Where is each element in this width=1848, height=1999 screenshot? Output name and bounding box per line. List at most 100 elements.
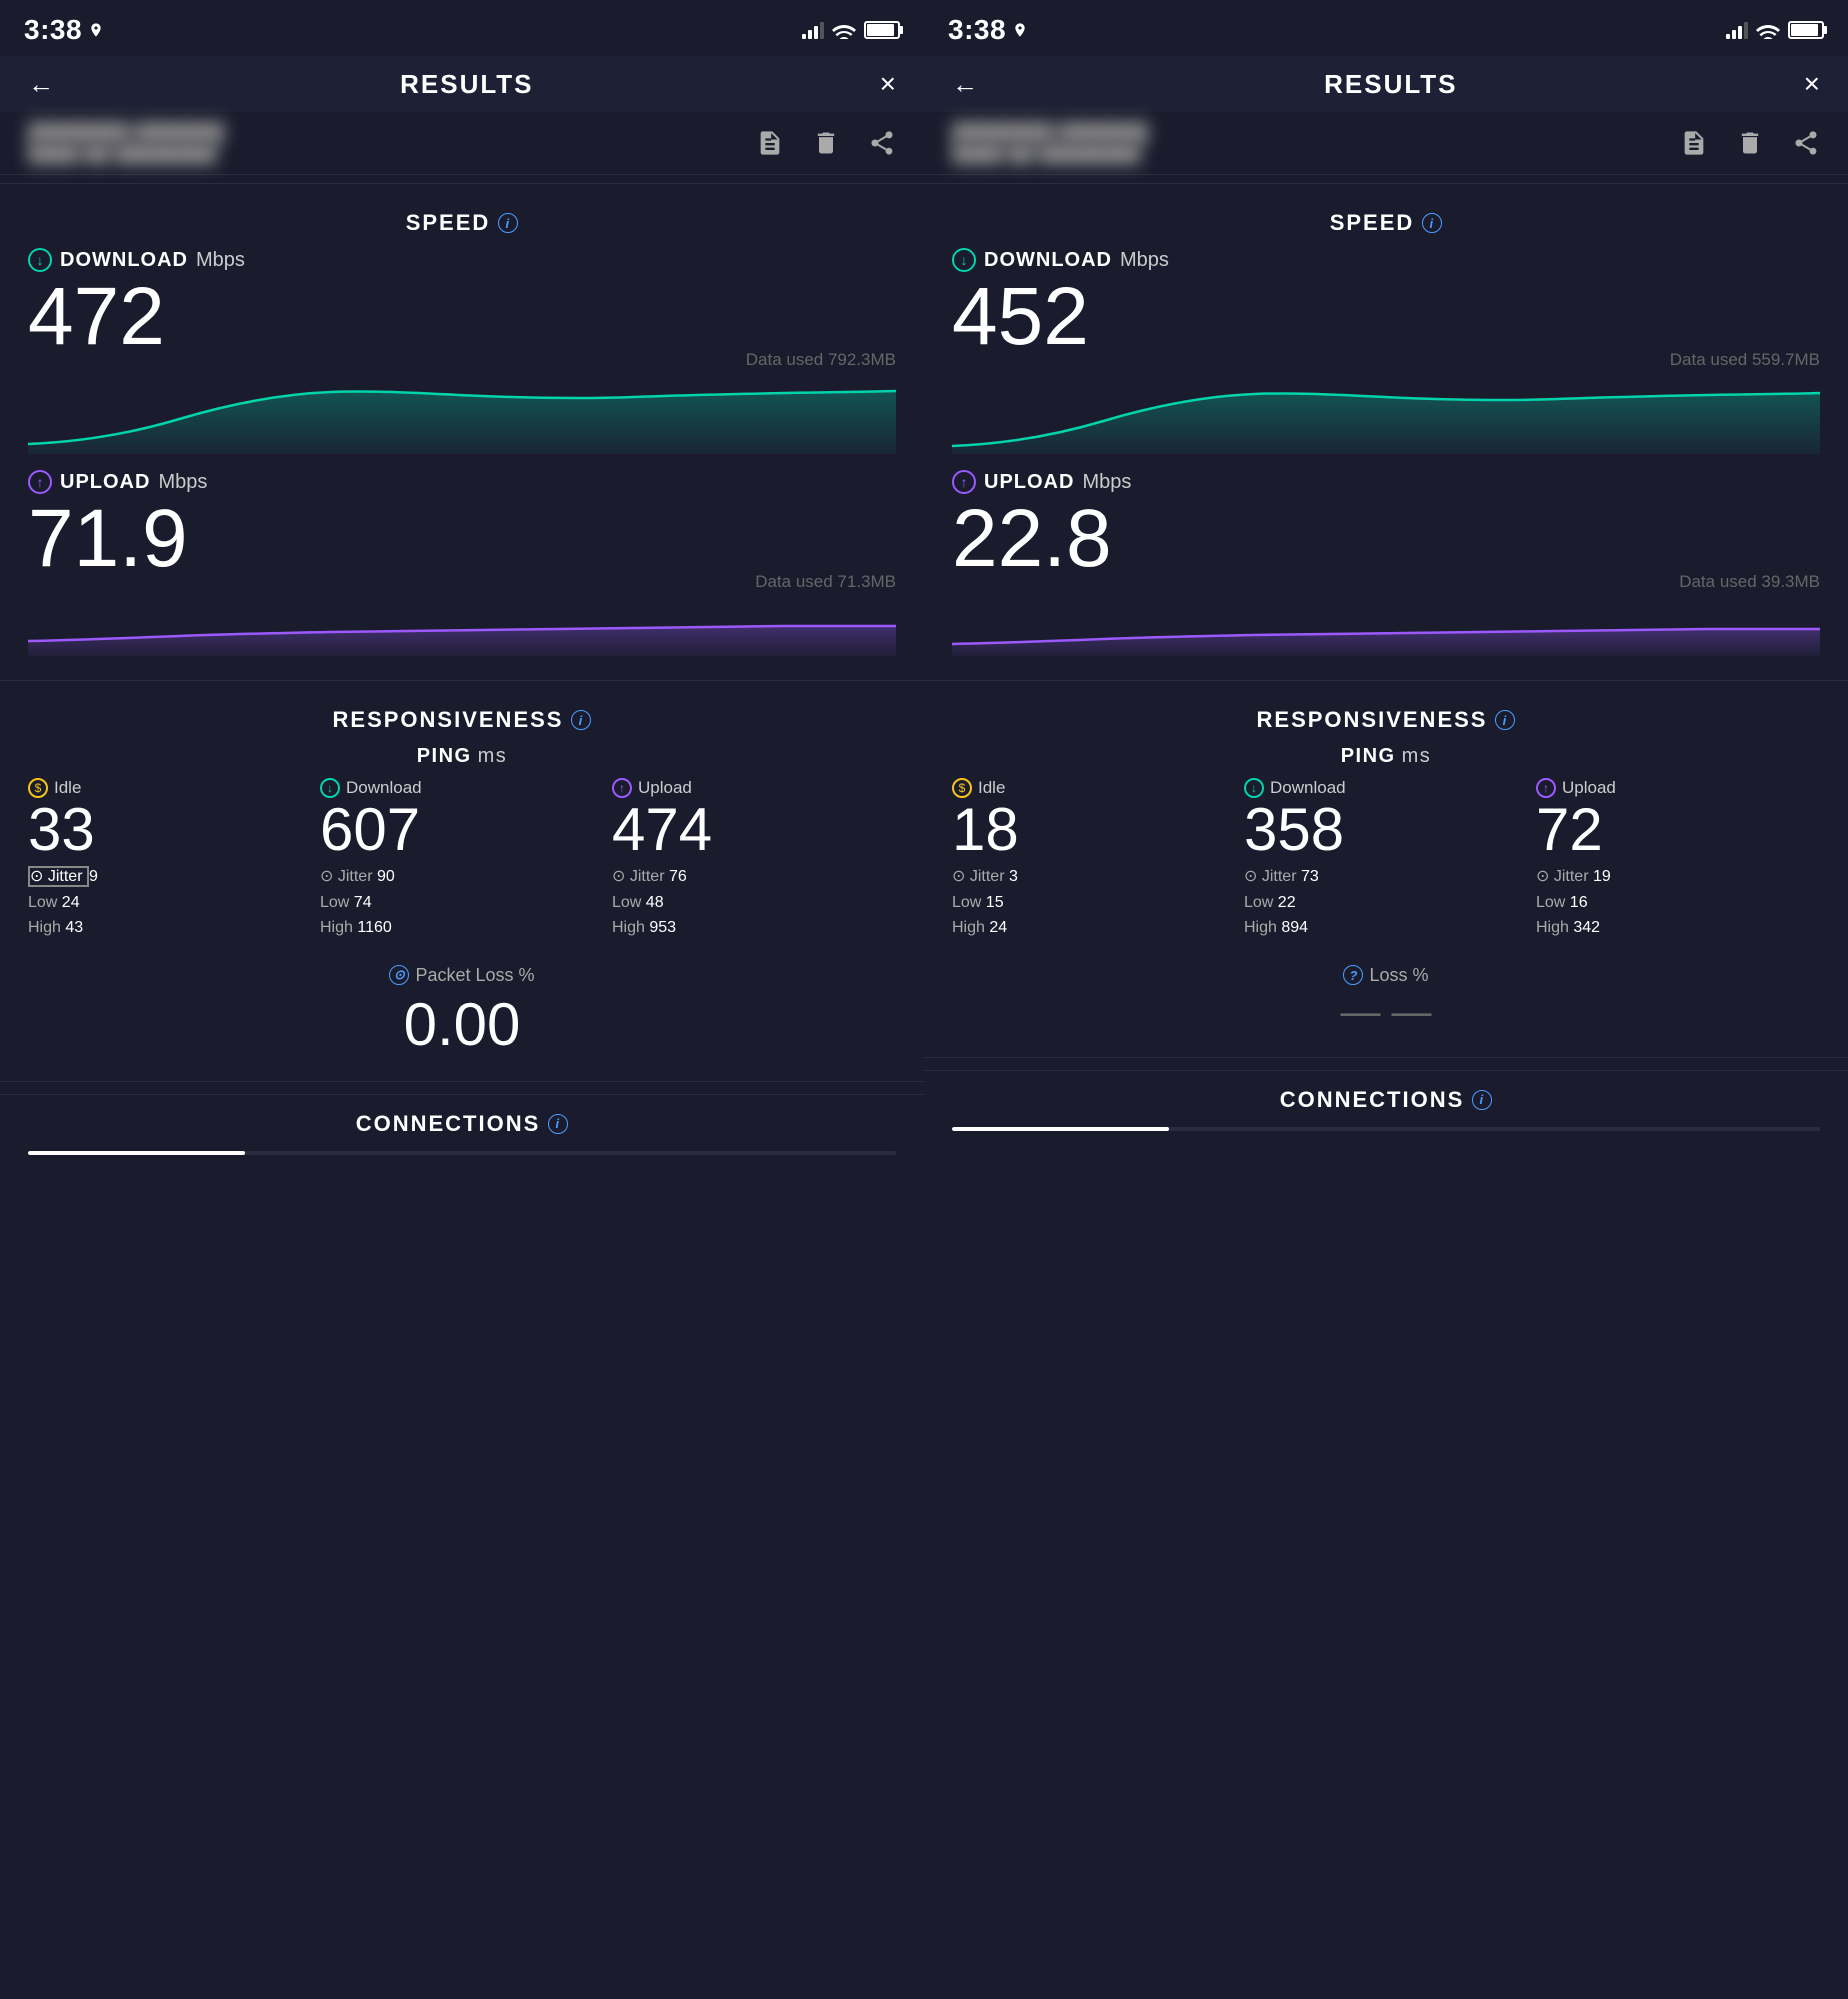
upload-chart-left [28, 596, 896, 656]
loss-label-right: ? Loss % [952, 965, 1820, 986]
notes-icon-right[interactable] [1680, 129, 1708, 157]
progress-fill-right [952, 1127, 1169, 1131]
upload-type-icon-right: ↑ [952, 470, 976, 494]
progress-bar-container-left [0, 1151, 924, 1171]
speed-info-icon-left[interactable]: i [498, 213, 518, 233]
ul-ping-icon-right: ↑ [1536, 778, 1556, 798]
connections-info-icon-left[interactable]: i [548, 1114, 568, 1134]
loss-info-icon-right[interactable]: ? [1343, 965, 1363, 985]
divider-connections-left [0, 1081, 924, 1082]
connections-info-icon-right[interactable]: i [1472, 1090, 1492, 1110]
idle-label-left: Idle [54, 778, 81, 798]
ul-ping-sub-left: ⊙ Jitter 76 Low 48 High 953 [612, 864, 896, 941]
ul-ping-label-left: Upload [638, 778, 692, 798]
back-button-left[interactable]: ← [28, 69, 54, 100]
upload-label-row-right: ↑ UPLOAD Mbps [952, 470, 1820, 494]
header-title-left: RESULTS [400, 69, 533, 100]
dl-ping-label-right: Download [1270, 778, 1346, 798]
ping-section-right: PING ms $ Idle 18 ⊙ Jitter 3 Low 15 High… [924, 745, 1848, 955]
ul-ping-value-left: 474 [612, 800, 896, 860]
connections-title-left: CONNECTIONS i [28, 1111, 896, 1137]
packet-loss-value-left: 0.00 [28, 990, 896, 1059]
upload-unit-right: Mbps [1082, 471, 1131, 494]
status-time-left: 3:38 [24, 14, 82, 46]
resp-section-left: RESPONSIVENESS i [0, 689, 924, 745]
upload-block-left: ↑ UPLOAD Mbps 71.9 Data used 71.3MB [0, 470, 924, 668]
share-icon-left[interactable] [868, 129, 896, 157]
download-type-icon-right: ↓ [952, 248, 976, 272]
upload-value-left: 71.9 [28, 498, 896, 580]
resp-info-icon-right[interactable]: i [1495, 710, 1515, 730]
download-chart-left [28, 374, 896, 454]
download-unit-right: Mbps [1120, 249, 1169, 272]
battery-fill-left [867, 24, 894, 36]
header-title-right: RESULTS [1324, 69, 1457, 100]
loss-section-right: ? Loss % — — [924, 955, 1848, 1049]
connections-section-right: CONNECTIONS i [924, 1070, 1848, 1127]
signal-bar-1 [802, 34, 806, 39]
toolbar-meta-left: ████████ ███████ ████ ██ ████████ [28, 122, 728, 164]
location-icon-right [1012, 22, 1028, 38]
download-type-icon-left: ↓ [28, 248, 52, 272]
loss-value-right: — — [952, 990, 1820, 1035]
location-icon-left [88, 22, 104, 38]
ping-grid-right: $ Idle 18 ⊙ Jitter 3 Low 15 High 24 ↓ Do… [952, 778, 1820, 941]
speed-info-icon-right[interactable]: i [1422, 213, 1442, 233]
ul-ping-value-right: 72 [1536, 800, 1820, 860]
packet-loss-section-left: ⊙ Packet Loss % 0.00 [0, 955, 924, 1073]
dl-ping-sub-left: ⊙ Jitter 90 Low 74 High 1160 [320, 864, 604, 941]
idle-ping-icon-right: $ [952, 778, 972, 798]
battery-fill-right [1791, 24, 1818, 36]
idle-sub-right: ⊙ Jitter 3 Low 15 High 24 [952, 864, 1236, 941]
toolbar-meta-right: ████████ ███████ ████ ██ ████████ [952, 122, 1652, 164]
left-panel: 3:38 ← RESULTS × ██████ [0, 0, 924, 1999]
speed-section-right: SPEED i [924, 192, 1848, 248]
progress-fill-left [28, 1151, 245, 1155]
packet-info-icon-left[interactable]: ⊙ [389, 965, 409, 985]
signal-bar-r3 [1738, 26, 1742, 39]
signal-bar-4 [820, 22, 824, 39]
dl-ping-sub-right: ⊙ Jitter 73 Low 22 High 894 [1244, 864, 1528, 941]
back-button-right[interactable]: ← [952, 69, 978, 100]
delete-icon-right[interactable] [1736, 129, 1764, 157]
resp-info-icon-left[interactable]: i [571, 710, 591, 730]
signal-icon-right [1726, 21, 1748, 39]
header-left: ← RESULTS × [0, 56, 924, 112]
ping-download-right: ↓ Download 358 ⊙ Jitter 73 Low 22 High 8… [1244, 778, 1528, 941]
connections-section-left: CONNECTIONS i [0, 1094, 924, 1151]
notes-icon-left[interactable] [756, 129, 784, 157]
meta-line2-right: ████ ██ ████████ [952, 143, 1652, 164]
status-bar-left: 3:38 [0, 0, 924, 56]
upload-chart-svg-left [28, 596, 896, 656]
delete-icon-left[interactable] [812, 129, 840, 157]
ul-ping-label-right: Upload [1562, 778, 1616, 798]
upload-type-icon-left: ↑ [28, 470, 52, 494]
signal-bar-2 [808, 30, 812, 39]
ul-ping-sub-right: ⊙ Jitter 19 Low 16 High 342 [1536, 864, 1820, 941]
idle-ping-icon-left: $ [28, 778, 48, 798]
upload-chart-right [952, 596, 1820, 656]
resp-section-right: RESPONSIVENESS i [924, 689, 1848, 745]
dl-ping-icon-right: ↓ [1244, 778, 1264, 798]
download-value-right: 452 [952, 276, 1820, 358]
dl-ping-label-left: Download [346, 778, 422, 798]
status-bar-right: 3:38 [924, 0, 1848, 56]
ping-upload-right: ↑ Upload 72 ⊙ Jitter 19 Low 16 High 342 [1536, 778, 1820, 941]
upload-label-row-left: ↑ UPLOAD Mbps [28, 470, 896, 494]
upload-label-right: UPLOAD [984, 471, 1074, 494]
divider-connections-right [924, 1057, 1848, 1058]
ping-download-left: ↓ Download 607 ⊙ Jitter 90 Low 74 High 1… [320, 778, 604, 941]
close-button-right[interactable]: × [1804, 68, 1820, 100]
progress-bar-right [952, 1127, 1820, 1131]
dl-ping-icon-left: ↓ [320, 778, 340, 798]
toolbar-left: ████████ ███████ ████ ██ ████████ [0, 112, 924, 175]
wifi-icon-left [832, 21, 856, 39]
share-icon-right[interactable] [1792, 129, 1820, 157]
status-time-right: 3:38 [948, 14, 1006, 46]
download-label-left: DOWNLOAD [60, 249, 188, 272]
download-value-left: 472 [28, 276, 896, 358]
close-button-left[interactable]: × [880, 68, 896, 100]
ping-label-right: PING ms [952, 745, 1820, 768]
header-right: ← RESULTS × [924, 56, 1848, 112]
download-label-row-left: ↓ DOWNLOAD Mbps [28, 248, 896, 272]
